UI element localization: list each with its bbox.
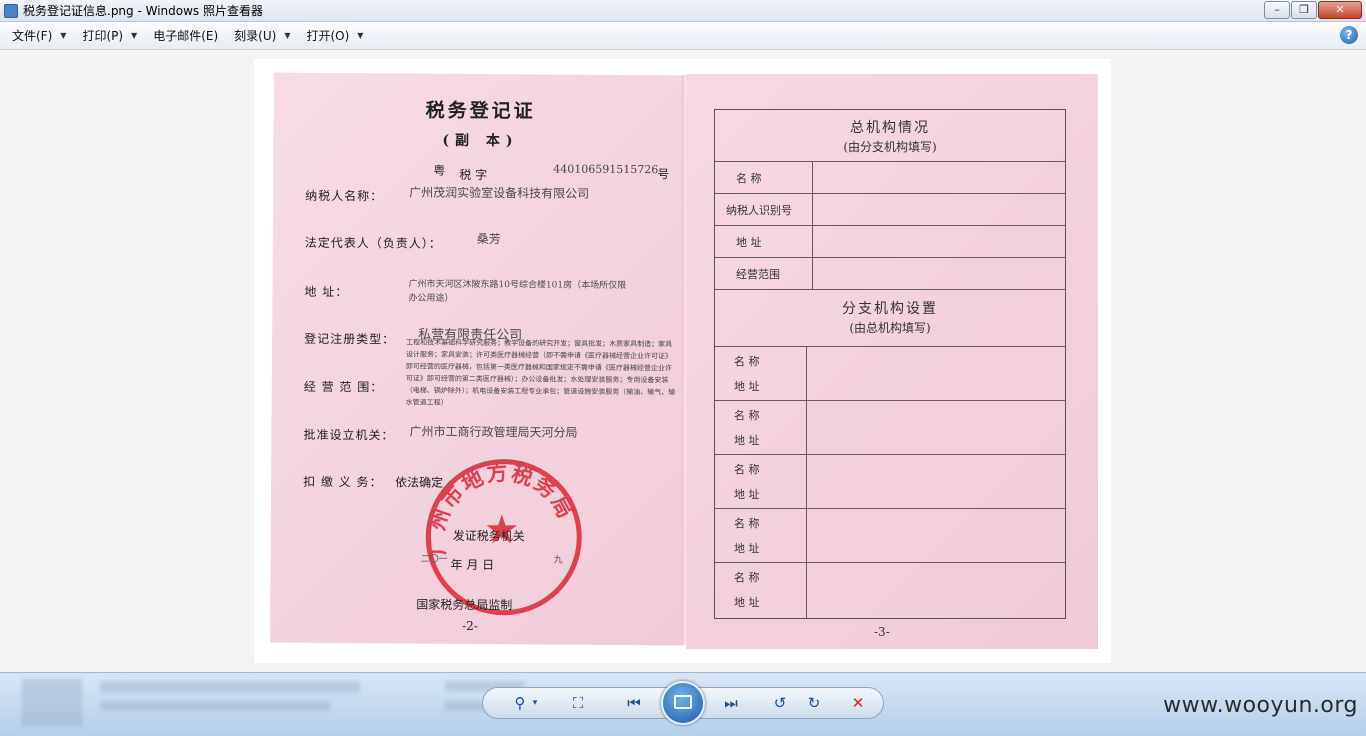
certificate-photo: 税务登记证 (副 本) 粤 税 字 440106591515726 号 纳税人名… [254,59,1111,663]
menu-print-label: 打印(P) [82,29,124,43]
table-line [715,225,1065,226]
table-line [806,346,807,619]
table-line [715,400,1065,401]
reg-type-label: 登记注册类型： [304,331,396,347]
menu-bar: 文件(F) ▼ 打印(P) ▼ 电子邮件(E) 刻录(U) ▼ 打开(O) ▼ [0,22,1366,50]
menu-file[interactable]: 文件(F) ▼ [4,25,74,47]
branch-2-address-label: 地 址 [734,434,760,447]
menu-print[interactable]: 打印(P) ▼ [74,25,145,47]
table-line [715,289,1065,290]
taxpayer-label: 纳税人名称： [305,188,384,204]
address-label: 地 址： [304,284,349,300]
date-day-handwritten: 九 [553,555,563,566]
tax-number: 440106591515726 [553,162,659,177]
table-line [715,257,1065,258]
scope-value: 工程和技术基础科学研究服务；教学设备的研究开发；窗具批发；木质家具制造；家具设计… [405,338,676,407]
maximize-button[interactable]: ❐ [1291,1,1317,19]
branch-3-address-label: 地 址 [734,488,760,501]
table-line [715,454,1065,455]
window-controls: – ❐ ✕ [1264,1,1362,19]
branch-1-address-label: 地 址 [734,380,760,393]
dropdown-arrow-icon: ▼ [284,31,291,40]
approval-label: 批准设立机关： [303,427,395,443]
menu-open-label: 打开(O) [306,29,350,43]
branch-3-name-label: 名 称 [734,463,760,476]
hq-subtitle: (由分支机构填写) [843,140,937,154]
hq-scope-label: 经营范围 [736,268,780,281]
certificate-left-page: 税务登记证 (副 本) 粤 税 字 440106591515726 号 纳税人名… [270,72,688,646]
branch-5-name-label: 名 称 [734,571,760,584]
watermark-text: www.wooyun.org [1163,693,1358,718]
certificate-right-page: 总机构情况 (由分支机构填写) 名 称 纳税人识别号 地 址 经营范围 分支机构… [686,74,1098,649]
help-icon[interactable]: ? [1340,26,1358,44]
blurred-file-info [100,681,360,693]
actual-size-icon[interactable]: ⛶ [566,692,590,714]
scope-label: 经 营 范 围： [303,379,384,395]
menu-burn[interactable]: 刻录(U) ▼ [226,25,298,47]
zoom-dropdown-icon[interactable]: ▾ [528,692,542,714]
number-mid: 税 字 [459,167,488,183]
dropdown-arrow-icon: ▼ [131,31,138,40]
slideshow-icon [674,695,692,709]
withholding-label: 扣 缴 义 务： [303,474,383,490]
number-suffix: 号 [657,167,670,182]
address-value-line1: 广州市天河区沐陂东路10号综合楼101房（本场所仅限 [408,279,627,292]
previous-button[interactable]: ⏮ [622,692,646,714]
menu-email-label: 电子邮件(E) [153,29,219,43]
taxpayer-value: 广州茂润实验室设备科技有限公司 [409,185,590,201]
table-line [715,161,1065,162]
table-line [715,562,1065,563]
branch-table [714,109,1066,619]
delete-button[interactable]: ✕ [846,692,870,714]
rotate-ccw-icon[interactable]: ↺ [768,692,792,714]
number-prefix: 粤 [433,163,446,178]
image-viewer-area[interactable]: 税务登记证 (副 本) 粤 税 字 440106591515726 号 纳税人名… [0,51,1366,672]
hq-name-label: 名 称 [736,172,762,185]
branch-4-name-label: 名 称 [734,517,760,530]
blurred-thumbnail [22,679,82,727]
date-year-handwritten: 二〇一 [420,554,448,565]
issue-date: 年 月 日 [450,557,495,573]
table-line [812,161,813,289]
slideshow-button[interactable] [661,681,705,725]
minimize-button[interactable]: – [1264,1,1290,19]
blurred-file-info [100,701,330,711]
menu-email[interactable]: 电子邮件(E) [145,25,226,47]
certificate-title: 税务登记证 [425,99,536,123]
photo-viewer-icon [4,3,18,18]
table-line [715,508,1065,509]
issuer-label: 发证税务机关 [452,528,525,544]
hq-address-label: 地 址 [736,236,762,249]
branch-4-address-label: 地 址 [734,542,760,555]
title-bar: 税务登记证信息.png - Windows 照片查看器 – ❐ ✕ [0,0,1366,22]
branch-5-address-label: 地 址 [734,596,760,609]
legal-rep-value: 桑芳 [476,231,501,247]
hq-taxid-label: 纳税人识别号 [726,204,792,217]
branch-2-name-label: 名 称 [734,409,760,422]
menu-open[interactable]: 打开(O) ▼ [298,25,371,47]
branch-1-name-label: 名 称 [734,355,760,368]
bottom-control-bar: ⚲ ▾ ⛶ ⏮ ⏭ ↺ ↻ ✕ www.wooyun.org [0,672,1366,736]
menu-burn-label: 刻录(U) [234,29,277,43]
window-title: 税务登记证信息.png - Windows 照片查看器 [23,4,263,18]
menu-file-label: 文件(F) [12,29,53,43]
page-number-left: -2- [462,618,478,633]
branch-subtitle: (由总机构填写) [849,321,931,335]
page-number-right: -3- [874,625,890,639]
dropdown-arrow-icon: ▼ [357,31,364,40]
close-button[interactable]: ✕ [1318,1,1362,19]
address-value-line2: 办公用途） [408,293,454,304]
legal-rep-label: 法定代表人（负责人）： [304,235,442,251]
dropdown-arrow-icon: ▼ [60,31,67,40]
rotate-cw-icon[interactable]: ↻ [802,692,826,714]
table-line [715,193,1065,194]
next-button[interactable]: ⏭ [719,692,743,714]
certificate-subtitle: (副 本) [442,132,519,150]
hq-title: 总机构情况 [850,120,930,136]
table-line [715,346,1065,347]
approval-value: 广州市工商行政管理局天河分局 [409,424,578,440]
supervisor-label: 国家税务总局监制 [416,597,513,613]
branch-title: 分支机构设置 [842,301,938,317]
